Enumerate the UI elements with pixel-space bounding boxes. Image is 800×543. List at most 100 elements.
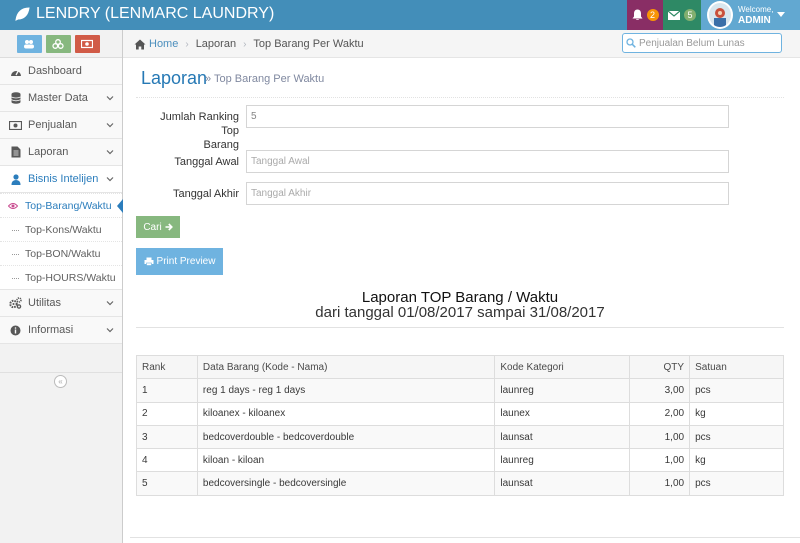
cell-qty: 2,00	[629, 401, 691, 426]
table-row: 3 bedcoverdouble - bedcoverdouble launsa…	[136, 424, 784, 450]
table-row: 5 bedcoversingle - bedcoversingle launsa…	[136, 471, 784, 496]
navbar: LENDRY (LENMARC LAUNDRY) 2 5 Welcome, AD…	[0, 0, 800, 30]
sidebar-item-penjualan[interactable]: Penjualan	[0, 112, 122, 139]
chevron-down-icon	[106, 328, 114, 333]
table-row: 4 kiloan - kiloan launreg 1,00 kg	[136, 448, 784, 473]
sidebar-item-utilitas[interactable]: Utilitas	[0, 290, 122, 317]
footer-divider	[130, 537, 800, 538]
sidebar-item-label: Laporan	[28, 146, 69, 158]
shortcut-money-button[interactable]	[74, 34, 100, 53]
sidebar-item-label: Utilitas	[28, 297, 62, 309]
cell-rank: 3	[136, 424, 198, 450]
breadcrumb: Home › Laporan › Top Barang Per Waktu	[134, 38, 364, 50]
search-input[interactable]	[639, 36, 779, 50]
sidebar-item-label: Informasi	[28, 324, 74, 336]
sidebar-item-master-data[interactable]: Master Data	[0, 85, 122, 112]
breadcrumb-item-laporan[interactable]: Laporan	[196, 38, 236, 50]
table-header-row: Rank Data Barang (Kode - Nama) Kode Kate…	[136, 354, 784, 380]
bisnis-intelijen-submenu: Top-Barang/Waktu Top-Kons/Waktu Top-BON/…	[0, 193, 123, 290]
users-icon	[24, 39, 34, 48]
cell-data-barang: reg 1 days - reg 1 days	[196, 378, 496, 403]
sidebar-item-laporan[interactable]: Laporan	[0, 139, 122, 166]
sidebar-item-informasi[interactable]: Informasi	[0, 317, 122, 344]
cell-data-barang: bedcoversingle - bedcoversingle	[196, 471, 496, 496]
ranking-label: Jumlah Ranking Top Barang	[160, 111, 239, 151]
sidebar-item-dashboard[interactable]: Dashboard	[0, 58, 122, 85]
sidebar-item-bisnis-intelijen[interactable]: Bisnis Intelijen	[0, 166, 122, 193]
sidebar-subitem-label: Top-Barang/Waktu	[25, 199, 112, 212]
brand-title: LENDRY (LENMARC LAUNDRY)	[36, 5, 275, 22]
sidebar-subitem-label: Top-HOURS/Waktu	[25, 271, 116, 284]
shortcut-users-button[interactable]	[16, 34, 42, 53]
cell-rank: 5	[136, 471, 198, 496]
arrow-right-icon	[165, 223, 173, 231]
cell-data-barang: kiloan - kiloan	[196, 448, 496, 473]
avatar	[707, 1, 733, 29]
cell-rank: 4	[136, 448, 198, 473]
ranking-field[interactable]	[246, 105, 729, 128]
cell-data-barang: kiloanex - kiloanex	[196, 401, 496, 426]
page-header: Laporan » Top Barang Per Waktu	[136, 58, 784, 98]
cell-kode-kategori: launreg	[494, 378, 631, 403]
breadcrumb-item-current: Top Barang Per Waktu	[253, 38, 364, 50]
print-preview-label: Print Preview	[156, 256, 216, 267]
active-indicator	[117, 199, 123, 213]
start-date-field[interactable]	[246, 150, 729, 173]
cell-satuan: kg	[689, 448, 784, 473]
brand[interactable]: LENDRY (LENMARC LAUNDRY)	[14, 5, 274, 23]
sidebar-subitem-top-bon[interactable]: Top-BON/Waktu	[0, 241, 122, 265]
shortcut-group-button[interactable]	[45, 34, 71, 53]
cell-rank: 2	[136, 401, 198, 426]
column-header-satuan: Satuan	[689, 354, 784, 380]
info-icon	[10, 325, 21, 335]
home-icon	[134, 39, 146, 49]
start-date-label: Tanggal Awal	[174, 156, 239, 168]
report-date-range: dari tanggal 01/08/2017 sampai 31/08/201…	[315, 304, 605, 321]
cell-satuan: pcs	[689, 471, 784, 496]
report-table: Rank Data Barang (Kode - Nama) Kode Kate…	[136, 354, 784, 496]
cell-kode-kategori: launsat	[494, 424, 631, 450]
money-icon	[9, 120, 22, 130]
cell-data-barang: bedcoverdouble - bedcoverdouble	[196, 424, 496, 450]
sidebar-subitem-top-hours[interactable]: Top-HOURS/Waktu	[0, 265, 122, 289]
column-header-qty: QTY	[629, 354, 691, 380]
cell-qty: 1,00	[629, 471, 691, 496]
sidebar: Dashboard Master Data Penjualan Laporan …	[0, 30, 123, 543]
print-icon	[144, 257, 154, 266]
column-header-kode-kategori: Kode Kategori	[494, 354, 631, 380]
collapse-sidebar-button[interactable]: «	[54, 375, 67, 388]
sidebar-subitem-top-barang[interactable]: Top-Barang/Waktu	[0, 193, 123, 217]
cell-kode-kategori: launreg	[494, 448, 631, 473]
sidebar-item-label: Dashboard	[28, 65, 82, 77]
sidebar-subitem-label: Top-Kons/Waktu	[25, 223, 102, 236]
cell-rank: 1	[136, 378, 198, 403]
breadcrumb-separator: ›	[243, 38, 247, 50]
chevron-down-icon	[106, 301, 114, 306]
notifications-button[interactable]: 2	[627, 0, 663, 30]
bell-icon	[632, 9, 642, 21]
search-button[interactable]: Cari	[136, 216, 180, 238]
cell-satuan: kg	[689, 401, 784, 426]
sidebar-item-label: Bisnis Intelijen	[28, 173, 99, 185]
chevron-down-icon	[106, 123, 114, 128]
cell-qty: 3,00	[629, 378, 691, 403]
cogs-icon	[9, 297, 22, 309]
file-icon	[11, 146, 20, 158]
cell-kode-kategori: launsat	[494, 471, 631, 496]
messages-button[interactable]: 5	[663, 0, 701, 30]
sidebar-subitem-top-kons[interactable]: Top-Kons/Waktu	[0, 217, 122, 241]
database-icon	[10, 92, 21, 104]
table-row: 1 reg 1 days - reg 1 days launreg 3,00 p…	[136, 378, 784, 403]
user-name: ADMIN	[738, 15, 771, 26]
money-icon	[81, 39, 93, 48]
user-menu[interactable]: Welcome, ADMIN	[701, 0, 800, 30]
caret-down-icon	[777, 12, 785, 17]
welcome-text: Welcome,	[738, 5, 774, 14]
sidebar-collapse-bar: «	[0, 372, 122, 390]
breadcrumb-separator: ›	[185, 38, 189, 50]
group-icon	[52, 38, 64, 49]
sidebar-subitem-label: Top-BON/Waktu	[25, 247, 101, 260]
print-preview-button[interactable]: Print Preview	[136, 248, 223, 275]
end-date-field[interactable]	[246, 182, 729, 205]
breadcrumb-home-link[interactable]: Home	[149, 38, 178, 50]
